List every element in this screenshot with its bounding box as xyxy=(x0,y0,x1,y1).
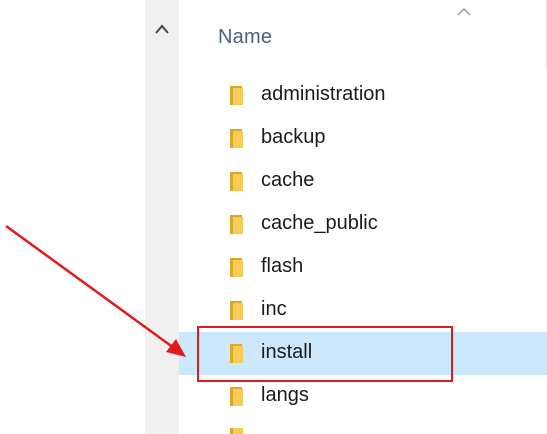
folder-icon xyxy=(230,215,243,234)
column-header-name[interactable]: Name xyxy=(218,26,272,49)
list-item[interactable]: cache_public xyxy=(179,203,547,246)
list-item-label: flash xyxy=(261,255,304,277)
folder-icon xyxy=(230,387,243,406)
list-item-label: administration xyxy=(261,83,386,105)
list-item-label: cache xyxy=(261,169,315,191)
scroll-up-button[interactable] xyxy=(145,18,179,40)
annotation-highlight-box xyxy=(197,326,453,382)
sort-caret-icon xyxy=(454,4,474,20)
list-item-label: langs xyxy=(261,384,309,406)
list-item[interactable]: cache xyxy=(179,160,547,203)
list-item[interactable]: backup xyxy=(179,117,547,160)
folder-icon xyxy=(230,258,243,277)
folder-icon xyxy=(230,172,243,191)
list-item-label: inc xyxy=(261,298,287,320)
list-item-label: cache_public xyxy=(261,212,378,234)
folder-icon xyxy=(230,86,243,105)
explorer-screenshot: Name administration backup cache cache_p… xyxy=(0,0,547,434)
folder-icon xyxy=(230,428,243,434)
folder-icon xyxy=(230,129,243,148)
list-item-label: backup xyxy=(261,126,326,148)
folder-icon xyxy=(230,301,243,320)
list-item[interactable]: flash xyxy=(179,246,547,289)
chevron-up-icon xyxy=(155,24,169,34)
vertical-scrollbar[interactable] xyxy=(145,0,179,434)
list-item[interactable]: administration xyxy=(179,74,547,117)
